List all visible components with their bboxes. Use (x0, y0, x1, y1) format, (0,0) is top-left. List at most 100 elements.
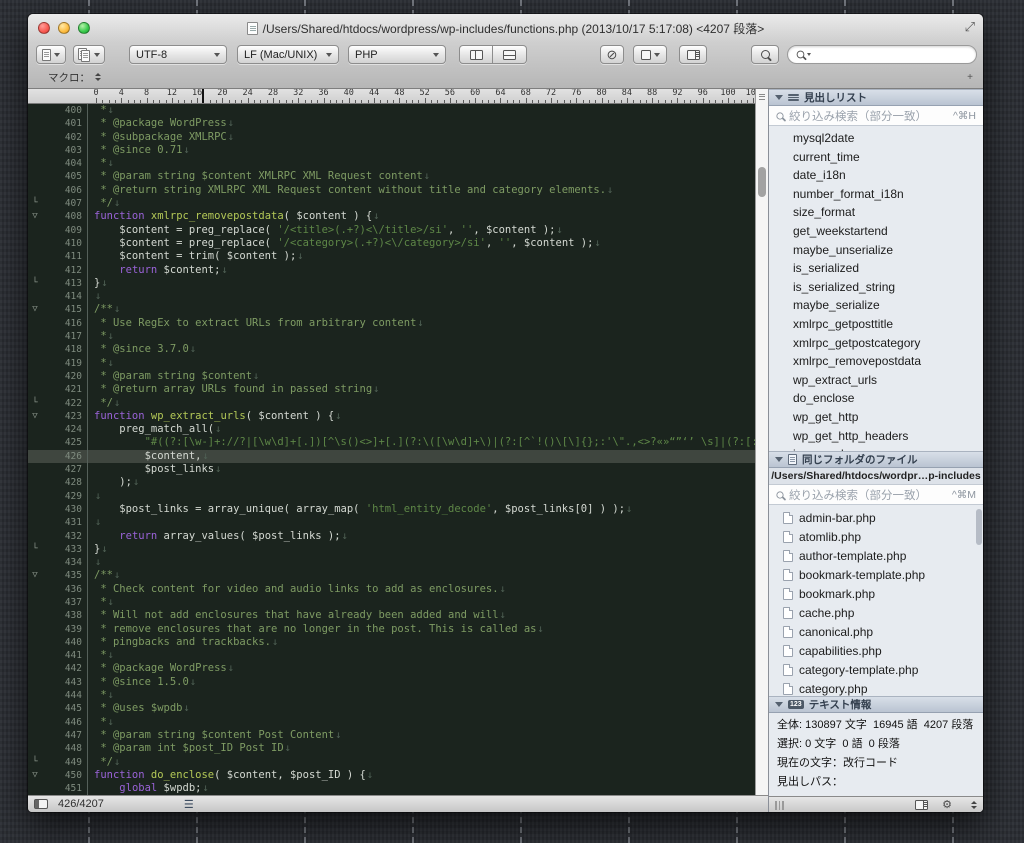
code-line[interactable]: └433}↓ (28, 543, 755, 556)
minimize-button[interactable] (58, 22, 70, 34)
outline-item[interactable]: do_enclose (769, 389, 983, 408)
code-line[interactable]: ▽415/**↓ (28, 303, 755, 316)
file-item[interactable]: bookmark-template.php (769, 565, 983, 584)
outline-item[interactable]: number_format_i18n (769, 185, 983, 204)
toolbar-search-input[interactable] (787, 45, 977, 64)
files-search-field[interactable]: 絞り込み検索（部分一致） ^⌘M (769, 485, 983, 505)
code-line[interactable]: 414↓ (28, 290, 755, 303)
code-line[interactable]: 445 * @uses $wpdb↓ (28, 702, 755, 715)
code-line[interactable]: 441 *↓ (28, 649, 755, 662)
code-line[interactable]: 448 * @param int $post_ID Post ID↓ (28, 742, 755, 755)
scrollbar-thumb[interactable] (758, 167, 766, 197)
outline-item[interactable]: xmlrpc_getpostcategory (769, 334, 983, 353)
code-line[interactable]: 429↓ (28, 490, 755, 503)
file-item[interactable]: category-template.php (769, 661, 983, 680)
text-info-section-header[interactable]: 123 テキスト情報 (769, 696, 983, 713)
file-item[interactable]: cache.php (769, 603, 983, 622)
file-item[interactable]: bookmark.php (769, 584, 983, 603)
outline-item[interactable]: xmlrpc_getposttitle (769, 315, 983, 334)
code-line[interactable]: 430 $post_links = array_unique( array_ma… (28, 503, 755, 516)
code-line[interactable]: ▽408function xmlrpc_removepostdata( $con… (28, 210, 755, 223)
code-line[interactable]: 406 * @return string XMLRPC XML Request … (28, 184, 755, 197)
file-item[interactable]: admin-bar.php (769, 508, 983, 527)
code-line[interactable]: ▽423function wp_extract_urls( $content )… (28, 410, 755, 423)
list-icon[interactable]: ☰ (184, 798, 193, 811)
code-line[interactable]: 427 $post_links↓ (28, 463, 755, 476)
code-line[interactable]: 431↓ (28, 516, 755, 529)
file-list-scrollbar-thumb[interactable] (976, 509, 982, 545)
search-panel-button[interactable] (751, 45, 779, 64)
code-line[interactable]: 400 *↓ (28, 104, 755, 117)
code-line[interactable]: 405 * @param string $content XMLRPC XML … (28, 170, 755, 183)
code-line[interactable]: 428 );↓ (28, 476, 755, 489)
code-line[interactable]: 438 * Will not add enclosures that have … (28, 609, 755, 622)
duplicate-document-button[interactable] (73, 45, 105, 64)
code-line[interactable]: 402 * @subpackage XMLRPC↓ (28, 131, 755, 144)
file-item[interactable]: author-template.php (769, 546, 983, 565)
file-item[interactable]: atomlib.php (769, 527, 983, 546)
code-line[interactable]: 443 * @since 1.5.0↓ (28, 676, 755, 689)
code-line[interactable]: 410 $content = preg_replace( '/<category… (28, 237, 755, 250)
editor-scrollbar[interactable] (755, 89, 768, 795)
code-line[interactable]: └407 */↓ (28, 197, 755, 210)
invisible-chars-button[interactable]: ⊘ (600, 45, 624, 64)
outline-item[interactable]: current_time (769, 148, 983, 167)
code-line[interactable]: 439 * remove enclosures that are no long… (28, 623, 755, 636)
code-line[interactable]: 425 "#((?:[\w-]+://?|[\w\d]+[.])[^\s()<>… (28, 436, 755, 449)
split-horizontal-button[interactable] (493, 45, 527, 64)
code-line[interactable]: 403 * @since 0.71↓ (28, 144, 755, 157)
code-line[interactable]: 412 return $content;↓ (28, 264, 755, 277)
sidebar-toggle-button[interactable] (679, 45, 707, 64)
code-line[interactable]: 447 * @param string $content Post Conten… (28, 729, 755, 742)
close-button[interactable] (38, 22, 50, 34)
drag-grip-icon[interactable] (775, 801, 784, 810)
code-line[interactable]: 440 * pingbacks and trackbacks.↓ (28, 636, 755, 649)
outline-item[interactable]: date_i18n (769, 166, 983, 185)
code-line[interactable]: 411 $content = trim( $content );↓ (28, 250, 755, 263)
drawer-toggle-icon[interactable] (34, 799, 48, 809)
code-line[interactable]: └422 */↓ (28, 397, 755, 410)
mode-dropdown[interactable]: PHP (348, 45, 446, 64)
code-line[interactable]: 437 *↓ (28, 596, 755, 609)
outline-item[interactable]: is_serialized_string (769, 278, 983, 297)
outline-item[interactable]: get_weekstartend (769, 222, 983, 241)
outline-item[interactable]: wp_extract_urls (769, 371, 983, 390)
code-line[interactable]: 436 * Check content for video and audio … (28, 583, 755, 596)
code-line[interactable]: 404 *↓ (28, 157, 755, 170)
outline-item[interactable]: is_serialized (769, 259, 983, 278)
code-line[interactable]: └449 */↓ (28, 756, 755, 769)
code-line[interactable]: 442 * @package WordPress↓ (28, 662, 755, 675)
disclosure-triangle-icon[interactable] (775, 702, 783, 707)
outline-item[interactable]: maybe_serialize (769, 296, 983, 315)
code-line[interactable]: 401 * @package WordPress↓ (28, 117, 755, 130)
code-line[interactable]: └413}↓ (28, 277, 755, 290)
code-editor[interactable]: 400 *↓401 * @package WordPress↓402 * @su… (28, 104, 755, 795)
split-vertical-button[interactable] (459, 45, 493, 64)
disclosure-triangle-icon[interactable] (775, 457, 783, 462)
code-line[interactable]: 420 * @param string $content↓ (28, 370, 755, 383)
outline-item[interactable]: size_format (769, 203, 983, 222)
code-line[interactable]: 417 *↓ (28, 330, 755, 343)
outline-search-field[interactable]: 絞り込み検索（部分一致） ^⌘H (769, 106, 983, 126)
outline-section-header[interactable]: 見出しリスト (769, 89, 983, 106)
fullscreen-arrows-icon[interactable]: ⤢ (965, 20, 975, 33)
gear-icon[interactable]: ⚙ (942, 800, 952, 811)
outline-item[interactable]: xmlrpc_removepostdata (769, 352, 983, 371)
outline-item[interactable]: wp_get_http_headers (769, 427, 983, 446)
code-line[interactable]: 432 return array_values( $post_links );↓ (28, 530, 755, 543)
code-line[interactable]: ▽435/**↓ (28, 569, 755, 582)
code-line[interactable]: 416 * Use RegEx to extract URLs from arb… (28, 317, 755, 330)
outline-item[interactable]: mysql2date (769, 129, 983, 148)
code-line[interactable]: 421 * @return array URLs found in passed… (28, 383, 755, 396)
zoom-button[interactable] (78, 22, 90, 34)
file-item[interactable]: category.php (769, 680, 983, 696)
code-line[interactable]: 419 *↓ (28, 357, 755, 370)
file-item[interactable]: canonical.php (769, 623, 983, 642)
code-line[interactable]: 418 * @since 3.7.0↓ (28, 343, 755, 356)
line-ending-dropdown[interactable]: LF (Mac/UNIX) (237, 45, 339, 64)
new-document-button[interactable] (36, 45, 66, 64)
outline-item[interactable]: wp_get_http (769, 408, 983, 427)
code-line[interactable]: 424 preg_match_all(↓ (28, 423, 755, 436)
disclosure-triangle-icon[interactable] (775, 95, 783, 100)
display-mode-button[interactable] (633, 45, 667, 64)
